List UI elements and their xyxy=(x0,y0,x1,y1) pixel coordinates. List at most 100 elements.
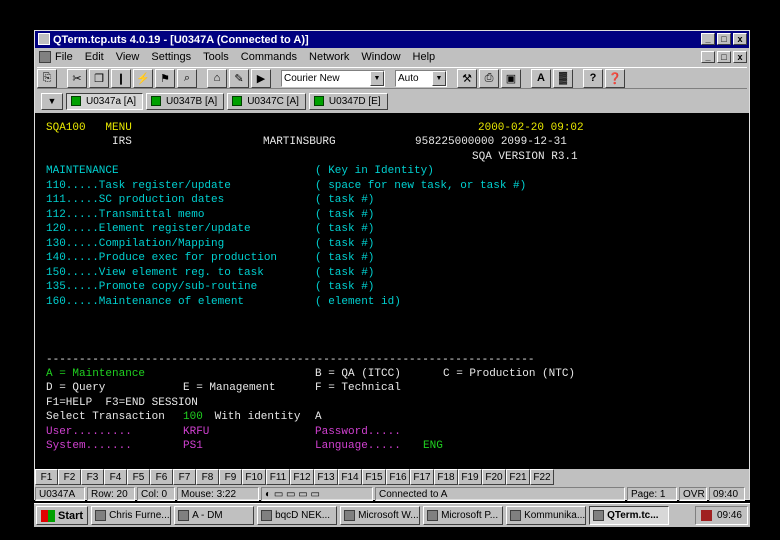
chevron-down-icon[interactable]: ▼ xyxy=(370,70,384,86)
fkey-f14[interactable]: F14 xyxy=(338,469,362,485)
session-nav-icon[interactable]: ▼ xyxy=(41,92,63,110)
status-mouse: Mouse: 3:22 xyxy=(177,487,259,501)
play-icon[interactable]: ▶ xyxy=(251,68,271,88)
taskbar-item[interactable]: Microsoft W... xyxy=(340,506,421,525)
menu-option[interactable]: 160.....Maintenance of element xyxy=(46,295,244,310)
system-field[interactable]: PS1 xyxy=(183,439,203,454)
terminal-screen[interactable]: SQA100 MENU 2000-02-20 09:02 IRS MARTINS… xyxy=(35,113,749,469)
app-icon[interactable] xyxy=(38,33,50,45)
fkey-f13[interactable]: F13 xyxy=(314,469,338,485)
menu-window[interactable]: Window xyxy=(361,51,400,63)
session-tab-b[interactable]: U0347B [A] xyxy=(146,92,225,110)
document-icon[interactable] xyxy=(39,51,51,63)
tray-icon[interactable] xyxy=(700,510,712,521)
terminal-icon xyxy=(71,96,81,106)
help-icon[interactable]: ? xyxy=(583,68,603,88)
taskbar-item[interactable]: Microsoft P... xyxy=(423,506,504,525)
session-tab-c[interactable]: U0347C [A] xyxy=(227,92,306,110)
context-help-icon[interactable]: ❓ xyxy=(605,68,625,88)
menu-file[interactable]: File xyxy=(55,51,73,63)
macro-icon[interactable]: ⚡ xyxy=(133,68,153,88)
session-tab-a[interactable]: U0347a [A] xyxy=(66,92,144,110)
fkey-f18[interactable]: F18 xyxy=(434,469,458,485)
edit-icon[interactable]: ✎ xyxy=(229,68,249,88)
minimize-button[interactable]: _ xyxy=(701,33,715,45)
copy-icon[interactable]: ❐ xyxy=(89,68,109,88)
user-field[interactable]: KRFU xyxy=(183,425,209,440)
tools-icon[interactable]: ⚒ xyxy=(457,68,477,88)
fkey-f12[interactable]: F12 xyxy=(290,469,314,485)
app-icon xyxy=(178,510,190,521)
fkey-f5[interactable]: F5 xyxy=(127,469,150,485)
fkey-f6[interactable]: F6 xyxy=(150,469,173,485)
fkey-f15[interactable]: F15 xyxy=(362,469,386,485)
fkey-f22[interactable]: F22 xyxy=(530,469,554,485)
menu-option[interactable]: 150.....View element reg. to task xyxy=(46,266,264,281)
close-button[interactable]: x xyxy=(733,33,747,45)
print-icon[interactable]: ⎙ xyxy=(479,68,499,88)
fkey-f7[interactable]: F7 xyxy=(173,469,196,485)
mdi-minimize-button[interactable]: _ xyxy=(701,51,715,63)
maximize-button[interactable]: □ xyxy=(717,33,731,45)
fkey-f19[interactable]: F19 xyxy=(458,469,482,485)
menu-tools[interactable]: Tools xyxy=(203,51,229,63)
menu-commands[interactable]: Commands xyxy=(241,51,297,63)
start-button[interactable]: Start xyxy=(36,506,89,525)
menu-option-hint: ( space for new task, or task #) xyxy=(315,180,527,192)
record-icon[interactable]: ⚑ xyxy=(155,68,175,88)
chevron-down-icon[interactable]: ▼ xyxy=(432,70,446,86)
size-select[interactable]: Auto ▼ xyxy=(395,69,447,87)
fkey-f8[interactable]: F8 xyxy=(196,469,219,485)
taskbar-item[interactable]: bqcD NEK... xyxy=(257,506,338,525)
font-select[interactable]: Courier New ▼ xyxy=(281,69,385,87)
menu-edit[interactable]: Edit xyxy=(85,51,104,63)
fkey-f17[interactable]: F17 xyxy=(410,469,434,485)
menu-settings[interactable]: Settings xyxy=(151,51,191,63)
session-tab-d[interactable]: U0347D [E] xyxy=(308,92,388,110)
menu-option[interactable]: 112.....Transmittal memo xyxy=(46,208,204,223)
find-icon[interactable]: ⌕ xyxy=(177,68,197,88)
app-icon xyxy=(344,510,356,521)
menu-bar: File Edit View Settings Tools Commands N… xyxy=(35,49,749,65)
language-field[interactable]: ENG xyxy=(423,439,443,454)
taskbar-item-active[interactable]: QTerm.tc... xyxy=(589,506,670,525)
menu-option[interactable]: 130.....Compilation/Mapping xyxy=(46,237,224,252)
menu-network[interactable]: Network xyxy=(309,51,349,63)
fkey-f9[interactable]: F9 xyxy=(219,469,242,485)
home-icon[interactable]: ⌂ xyxy=(207,68,227,88)
menu-help[interactable]: Help xyxy=(413,51,436,63)
menu-option[interactable]: 111.....SC production dates xyxy=(46,193,224,208)
fkey-f1[interactable]: F1 xyxy=(35,469,58,485)
status-indicators: ◐ ▭ ▭ ▭ ▭ xyxy=(261,487,373,501)
identity-input[interactable]: A xyxy=(315,410,322,425)
transaction-input[interactable]: 100 xyxy=(183,410,203,425)
fkey-f16[interactable]: F16 xyxy=(386,469,410,485)
taskbar-item[interactable]: Chris Furne... xyxy=(91,506,172,525)
menu-view[interactable]: View xyxy=(116,51,140,63)
save-icon[interactable]: ▣ xyxy=(501,68,521,88)
fkey-f2[interactable]: F2 xyxy=(58,469,81,485)
font-icon[interactable]: A xyxy=(531,68,551,88)
fkey-f4[interactable]: F4 xyxy=(104,469,127,485)
mdi-close-button[interactable]: x xyxy=(733,51,747,63)
status-page: Page: 1 xyxy=(627,487,677,501)
paste-icon[interactable]: ❙ xyxy=(111,68,131,88)
mdi-restore-button[interactable]: □ xyxy=(717,51,731,63)
menu-option[interactable]: 140.....Produce exec for production xyxy=(46,251,277,266)
title-bar[interactable]: QTerm.tcp.uts 4.0.19 - [U0347A (Connecte… xyxy=(35,31,749,48)
fkey-f10[interactable]: F10 xyxy=(242,469,266,485)
taskbar-item[interactable]: Kommunika... xyxy=(506,506,587,525)
cut-icon[interactable]: ✂ xyxy=(67,68,87,88)
fkey-f21[interactable]: F21 xyxy=(506,469,530,485)
app-icon xyxy=(593,510,605,521)
taskbar-item[interactable]: A - DM xyxy=(174,506,255,525)
menu-option[interactable]: 110.....Task register/update xyxy=(46,179,231,194)
fkey-f11[interactable]: F11 xyxy=(266,469,290,485)
menu-option[interactable]: 120.....Element register/update xyxy=(46,222,251,237)
screen-header-left: SQA100 MENU xyxy=(46,122,132,134)
fkey-f3[interactable]: F3 xyxy=(81,469,104,485)
connect-icon[interactable]: ⎘ xyxy=(37,68,57,88)
chart-icon[interactable]: ▓ xyxy=(553,68,573,88)
fkey-f20[interactable]: F20 xyxy=(482,469,506,485)
menu-option[interactable]: 135.....Promote copy/sub-routine xyxy=(46,280,257,295)
